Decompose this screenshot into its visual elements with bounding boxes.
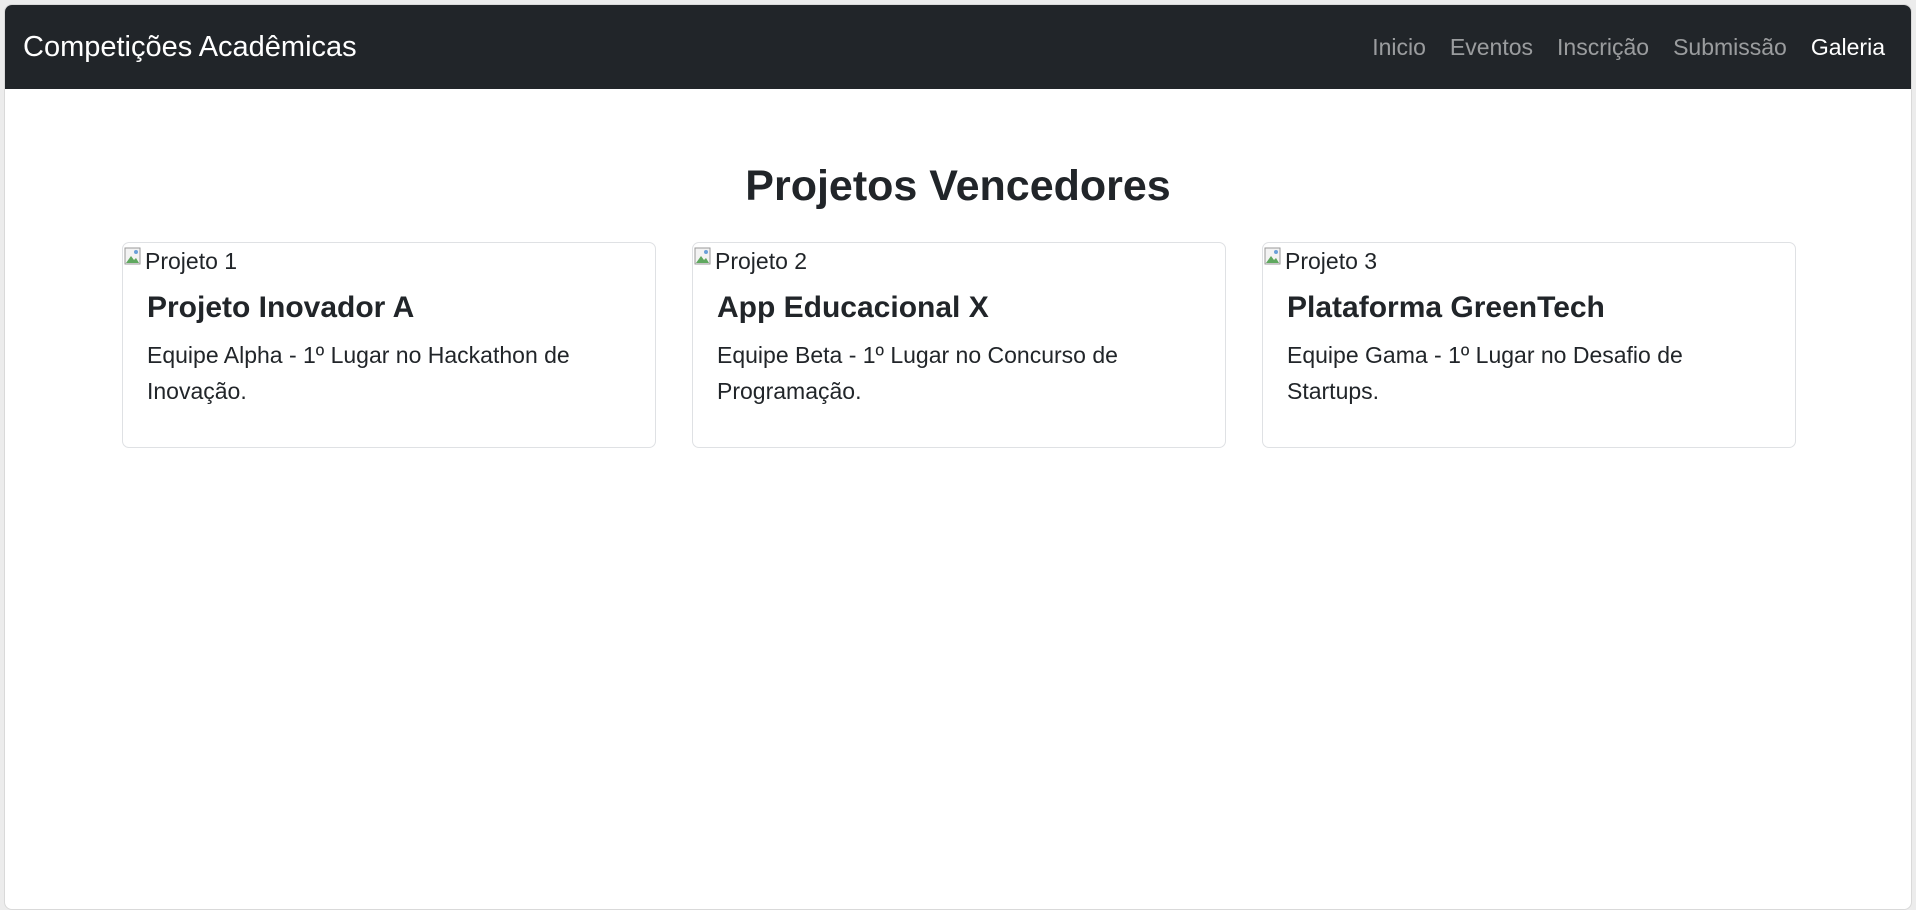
nav-links: Inicio Eventos Inscrição Submissão Galer…	[1372, 34, 1885, 61]
project-card: Projeto 2 App Educacional X Equipe Beta …	[692, 242, 1226, 448]
card-body: App Educacional X Equipe Beta - 1º Lugar…	[693, 279, 1225, 409]
card-grid: Projeto 1 Projeto Inovador A Equipe Alph…	[5, 242, 1911, 448]
navbar-brand[interactable]: Competições Acadêmicas	[23, 31, 357, 64]
nav-link-submissao[interactable]: Submissão	[1673, 34, 1787, 61]
nav-link-galeria[interactable]: Galeria	[1811, 34, 1885, 61]
card-body: Projeto Inovador A Equipe Alpha - 1º Lug…	[123, 279, 655, 409]
card-image: Projeto 3	[1263, 243, 1795, 279]
navbar: Competições Acadêmicas Inicio Eventos In…	[5, 5, 1911, 89]
card-title: Projeto Inovador A	[147, 291, 415, 324]
broken-image-icon	[123, 245, 143, 265]
card-image-alt: Projeto 3	[1285, 247, 1378, 274]
card-image: Projeto 1	[123, 243, 655, 279]
nav-link-inicio[interactable]: Inicio	[1372, 34, 1426, 61]
project-card: Projeto 3 Plataforma GreenTech Equipe Ga…	[1262, 242, 1796, 448]
main-content: Projetos Vencedores Projeto 1 Projeto In…	[5, 89, 1911, 448]
broken-image-icon	[693, 245, 713, 265]
card-title: Plataforma GreenTech	[1287, 291, 1605, 324]
broken-image-icon	[1263, 245, 1283, 265]
browser-viewport: Competições Acadêmicas Inicio Eventos In…	[4, 4, 1912, 910]
card-text: Equipe Gama - 1º Lugar no Desafio de Sta…	[1287, 342, 1683, 404]
project-card: Projeto 1 Projeto Inovador A Equipe Alph…	[122, 242, 656, 448]
card-image: Projeto 2	[693, 243, 1225, 279]
nav-link-inscricao[interactable]: Inscrição	[1557, 34, 1649, 61]
card-text: Equipe Beta - 1º Lugar no Concurso de Pr…	[717, 342, 1118, 404]
page-title: Projetos Vencedores	[745, 162, 1171, 210]
card-body: Plataforma GreenTech Equipe Gama - 1º Lu…	[1263, 279, 1795, 409]
card-image-alt: Projeto 1	[145, 247, 238, 274]
card-text: Equipe Alpha - 1º Lugar no Hackathon de …	[147, 342, 570, 404]
nav-link-eventos[interactable]: Eventos	[1450, 34, 1533, 61]
card-title: App Educacional X	[717, 291, 989, 324]
card-image-alt: Projeto 2	[715, 247, 808, 274]
